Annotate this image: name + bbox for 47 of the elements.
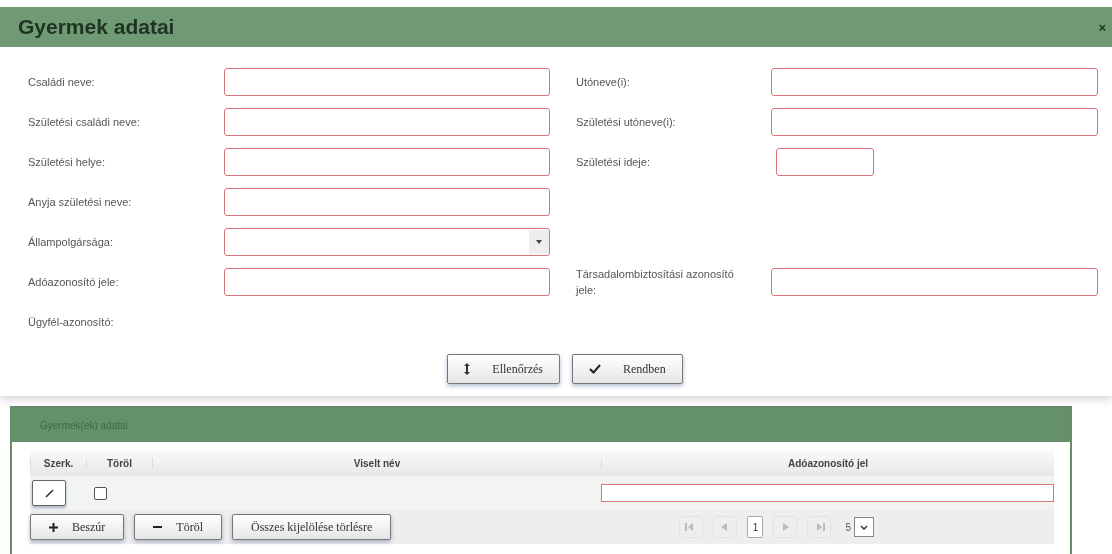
checkbox[interactable] (94, 486, 107, 500)
field-label: Anyja születési neve: (28, 195, 133, 210)
plus-icon (49, 522, 58, 532)
last-page-icon[interactable] (807, 516, 832, 538)
previous-page-icon[interactable] (713, 516, 738, 538)
dropdown-arrow-icon (536, 240, 542, 244)
field-label: Állampolgársága: (28, 235, 114, 250)
dialog-title: Gyermek adatai (18, 15, 175, 39)
next-page-icon[interactable] (773, 516, 798, 538)
action-button[interactable]: Töröl (134, 514, 222, 540)
action-button[interactable]: Ellenőrzés (447, 354, 560, 384)
action-button[interactable]: Beszúr (30, 514, 125, 540)
field-label: Társadalombiztosítási azonosító jele: (576, 267, 735, 298)
input-field[interactable] (771, 268, 1098, 296)
input-field[interactable] (771, 108, 1098, 136)
action-button[interactable]: Rendben (572, 354, 683, 384)
input-field[interactable] (224, 148, 550, 176)
pencil-icon (44, 488, 54, 498)
input-field[interactable] (771, 68, 1098, 96)
first-page-icon[interactable] (679, 516, 704, 538)
page-number[interactable]: 1 (747, 516, 764, 538)
date-field[interactable] (776, 148, 874, 176)
input-field[interactable] (224, 108, 550, 136)
dropdown-field[interactable] (224, 228, 550, 256)
edit-button[interactable] (32, 480, 66, 506)
column-header: Töröl (86, 457, 152, 469)
column-header: Adóazonosító jel (601, 457, 1054, 469)
column-header: Szerk. (30, 457, 86, 469)
input-field[interactable] (601, 484, 1054, 502)
input-field[interactable] (224, 268, 550, 296)
field-label: Születési helye: (28, 155, 107, 170)
chevron-down-icon (860, 524, 868, 530)
field-label: Adóazonosító jele: (28, 275, 120, 290)
check-icon (589, 364, 601, 374)
up-down-arrow-icon (464, 363, 471, 375)
close-button[interactable]: × (1098, 19, 1106, 35)
field-label: Utóneve(i): (576, 75, 631, 90)
action-button[interactable]: Összes kijelölése törlésre (232, 514, 392, 540)
minus-icon (153, 526, 163, 528)
column-header: Viselt név (152, 457, 601, 469)
field-label: Születési ideje: (576, 155, 651, 170)
input-field[interactable] (224, 188, 550, 216)
field-label: Ügyfél-azonosító: (28, 315, 115, 330)
field-label: Születési családi neve: (28, 115, 141, 130)
field-label: Születési utóneve(i): (576, 115, 677, 130)
input-field[interactable] (224, 68, 550, 96)
field-label: Családi neve: (28, 75, 96, 90)
